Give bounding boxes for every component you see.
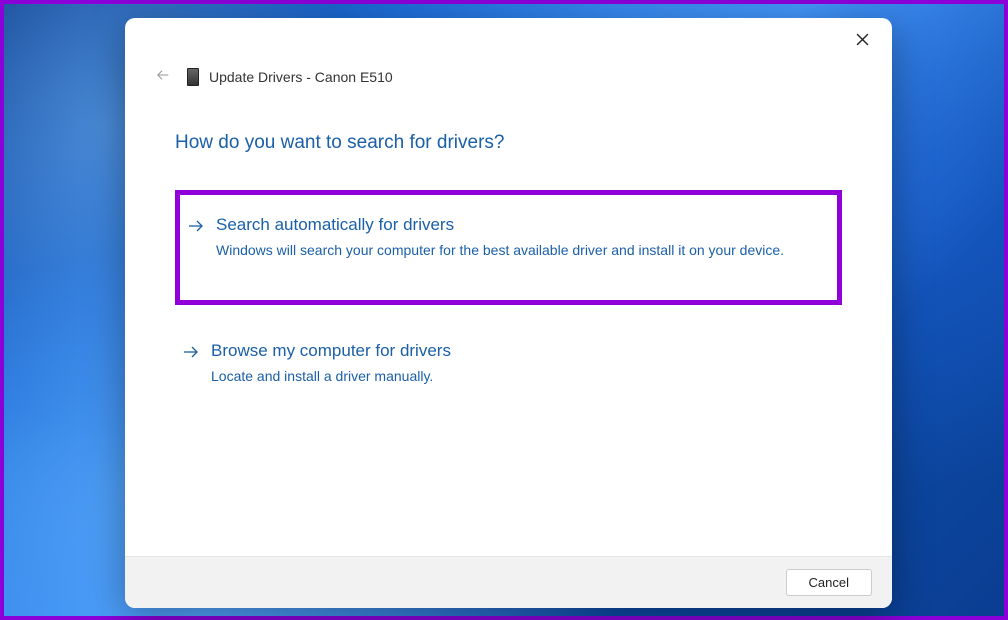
back-arrow-icon [156, 68, 170, 87]
option-browse-computer[interactable]: Browse my computer for drivers Locate an… [175, 319, 842, 412]
option-title: Browse my computer for drivers [211, 341, 814, 361]
page-heading: How do you want to search for drivers? [175, 132, 842, 154]
option-search-automatically[interactable]: Search automatically for drivers Windows… [175, 190, 842, 305]
option-title: Search automatically for drivers [216, 215, 813, 235]
dialog-header: Update Drivers - Canon E510 [125, 60, 892, 90]
back-button[interactable] [153, 67, 173, 87]
close-icon [856, 33, 869, 51]
option-description: Windows will search your computer for th… [216, 241, 813, 260]
option-body: Search automatically for drivers Windows… [216, 215, 813, 260]
update-drivers-dialog: Update Drivers - Canon E510 How do you w… [125, 18, 892, 608]
device-icon [187, 68, 199, 86]
dialog-title: Update Drivers - Canon E510 [209, 69, 393, 85]
arrow-right-icon [188, 219, 204, 238]
close-button[interactable] [848, 28, 876, 56]
option-description: Locate and install a driver manually. [211, 367, 814, 386]
dialog-titlebar [125, 18, 892, 60]
dialog-footer: Cancel [125, 556, 892, 608]
cancel-button[interactable]: Cancel [786, 569, 872, 596]
option-body: Browse my computer for drivers Locate an… [211, 341, 814, 386]
arrow-right-icon [183, 345, 199, 364]
dialog-content: How do you want to search for drivers? S… [125, 90, 892, 556]
